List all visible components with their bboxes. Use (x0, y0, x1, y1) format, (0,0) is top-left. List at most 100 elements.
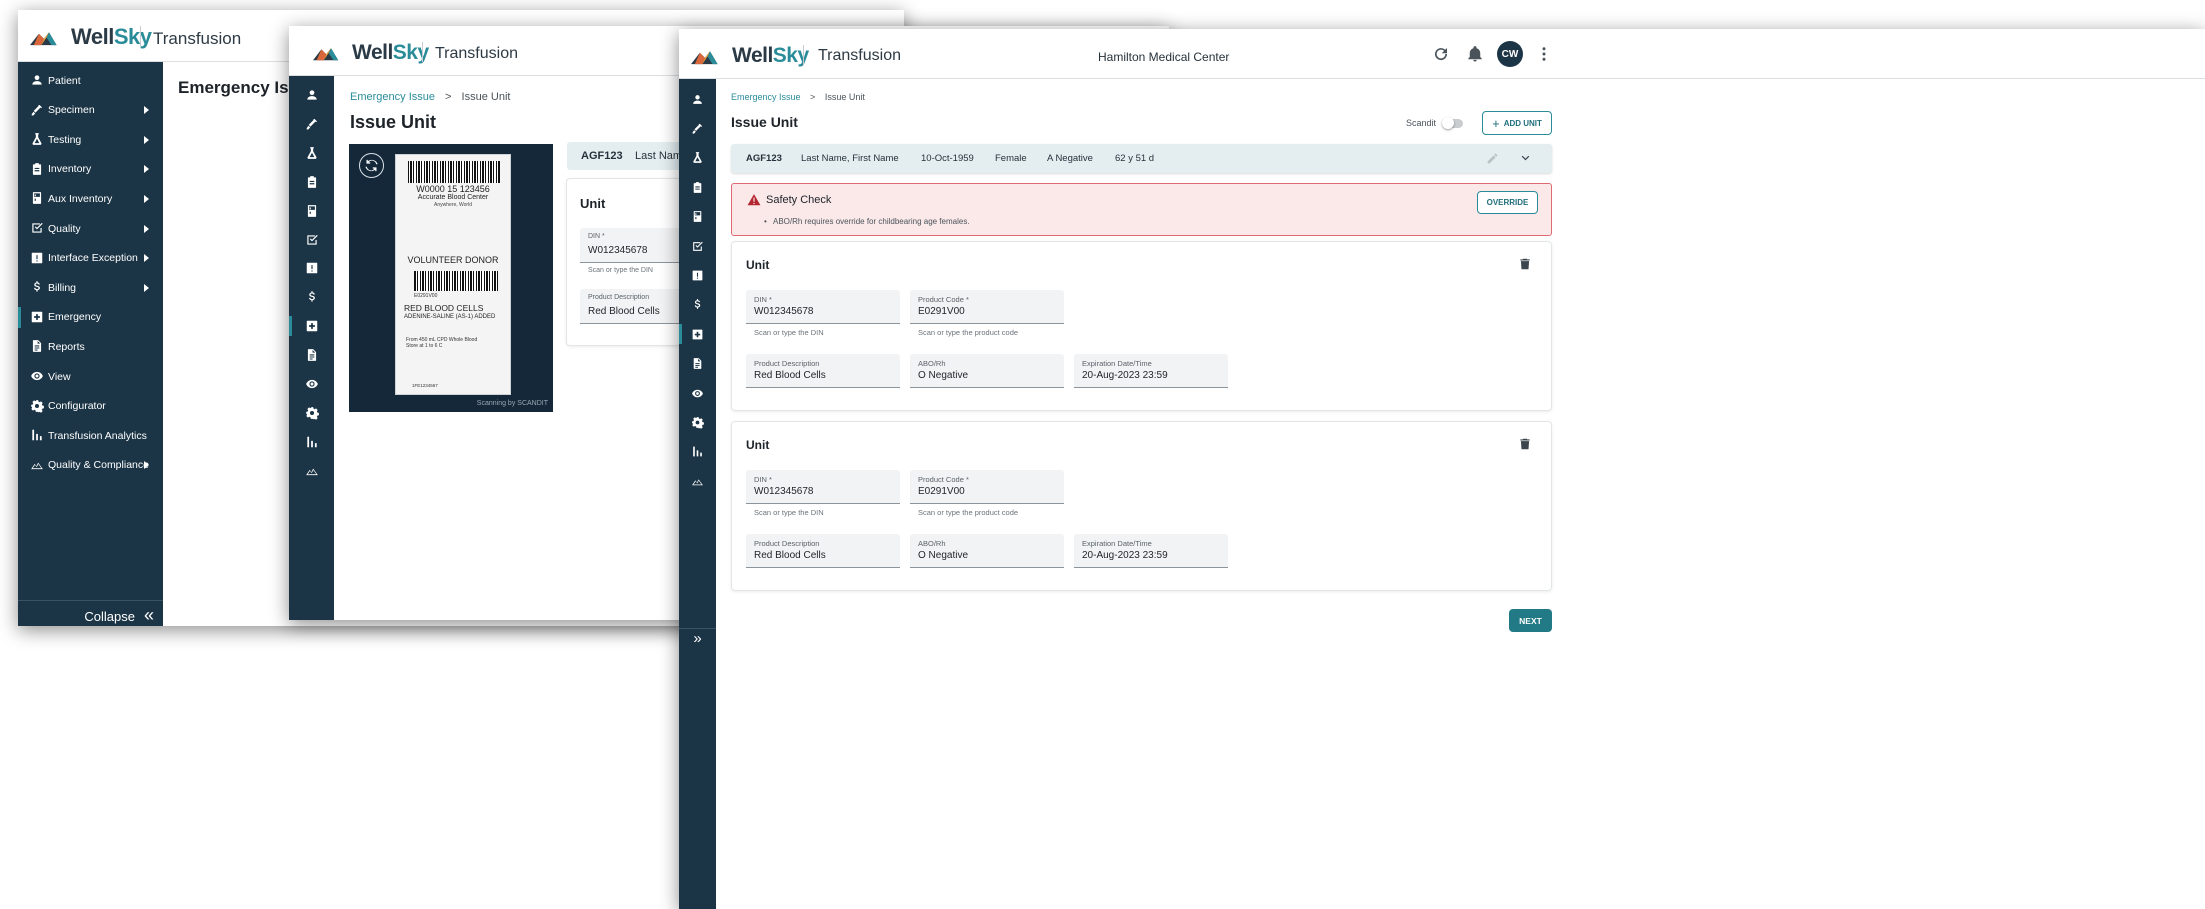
top-bar: WellSky Transfusion Hamilton Medical Cen… (679, 29, 2205, 79)
rail-item-patient[interactable] (300, 83, 324, 107)
more-menu-button[interactable] (1535, 45, 1553, 63)
expand-patient-button[interactable] (1518, 151, 1533, 166)
patient-name: Last Name, First Name (801, 153, 899, 164)
rail-item-emergency[interactable] (686, 322, 710, 346)
gear-icon (30, 399, 44, 413)
syringe-icon (691, 122, 704, 135)
person-icon (30, 73, 44, 87)
medical-plus-icon (691, 328, 704, 341)
rail-item-aux-inventory[interactable] (686, 205, 710, 229)
window-front: WellSky Transfusion Hamilton Medical Cen… (679, 29, 2205, 909)
override-button[interactable]: OVERRIDE (1477, 191, 1538, 214)
gear-icon (305, 406, 319, 420)
camera-switch-button[interactable] (359, 153, 384, 178)
sidebar-item-specimen[interactable]: Specimen (18, 96, 163, 125)
rail-item-patient[interactable] (686, 87, 710, 111)
clipboard-icon (691, 181, 704, 194)
rail-item-quality[interactable] (686, 234, 710, 258)
barcode (408, 161, 500, 183)
din-hint: Scan or type the DIN (754, 508, 824, 517)
rotate-icon (364, 158, 379, 173)
rail-item-interface-exception[interactable] (300, 256, 324, 280)
avatar[interactable]: CW (1497, 41, 1523, 67)
rail-item-transfusion-analytics[interactable] (300, 430, 324, 454)
person-icon (691, 93, 704, 106)
rail-item-aux-inventory[interactable] (300, 199, 324, 223)
delete-unit-button[interactable] (1518, 257, 1532, 271)
sidebar-item-billing[interactable]: Billing (18, 273, 163, 302)
rail-item-interface-exception[interactable] (686, 263, 710, 287)
next-button[interactable]: NEXT (1509, 609, 1552, 632)
scanner-view: W0000 15 123456 Accurate Blood Center An… (349, 144, 553, 412)
abo-rh-field[interactable]: ABO/Rh O Negative (910, 534, 1064, 568)
notifications-button[interactable] (1466, 45, 1484, 63)
product-description-field[interactable]: Product Description Red Blood Cells (746, 354, 900, 388)
document-icon (30, 339, 44, 353)
abo-rh-field[interactable]: ABO/Rh O Negative (910, 354, 1064, 388)
expiration-field[interactable]: Expiration Date/Time 20-Aug-2023 23:59 (1074, 354, 1228, 388)
expand-button[interactable]: » (679, 628, 716, 650)
flask-icon (30, 132, 44, 146)
refresh-button[interactable] (1432, 45, 1450, 63)
rail-item-specimen[interactable] (300, 112, 324, 136)
din-hint: Scan or type the DIN (754, 328, 824, 337)
sidebar-item-patient[interactable]: Patient (18, 66, 163, 95)
sidebar-item-configurator[interactable]: Configurator (18, 392, 163, 421)
product-code-field[interactable]: Product Code * E0291V00 (910, 470, 1064, 504)
rail-item-emergency[interactable] (300, 314, 324, 338)
rail-item-view[interactable] (686, 381, 710, 405)
patient-dob: 10-Oct-1959 (921, 153, 974, 164)
product-code-field[interactable]: Product Code * E0291V00 (910, 290, 1064, 324)
sidebar-item-transfusion-analytics[interactable]: Transfusion Analytics (18, 421, 163, 450)
eye-icon (691, 387, 704, 400)
rail-item-specimen[interactable] (686, 116, 710, 140)
chevron-right-icon (144, 461, 149, 470)
patient-sex: Female (995, 153, 1027, 164)
expiration-field[interactable]: Expiration Date/Time 20-Aug-2023 23:59 (1074, 534, 1228, 568)
add-unit-button[interactable]: + ADD UNIT (1482, 111, 1552, 135)
sidebar-item-quality[interactable]: Quality (18, 214, 163, 243)
scandit-label: Scandit (1406, 118, 1437, 128)
sidebar-item-interface-exception[interactable]: Interface Exception (18, 244, 163, 273)
rail-item-billing[interactable] (300, 285, 324, 309)
rail-item-testing[interactable] (300, 141, 324, 165)
breadcrumb-link-emergency-issue[interactable]: Emergency Issue (731, 92, 801, 102)
chevron-right-icon (144, 135, 149, 144)
chevron-right-icon (144, 165, 149, 174)
rail-item-inventory[interactable] (300, 170, 324, 194)
rail-item-billing[interactable] (686, 293, 710, 317)
sidebar-item-aux-inventory[interactable]: Aux Inventory (18, 184, 163, 213)
din-field[interactable]: DIN * W012345678 (746, 470, 900, 504)
rail-item-reports[interactable] (686, 352, 710, 376)
rail-item-transfusion-analytics[interactable] (686, 440, 710, 464)
rail-item-quality[interactable] (300, 228, 324, 252)
sidebar-item-quality-compliance[interactable]: Quality & Compliance (18, 451, 163, 480)
din-field[interactable]: DIN * W012345678 (746, 290, 900, 324)
syringe-icon (30, 103, 44, 117)
rail-item-view[interactable] (300, 372, 324, 396)
rail-item-inventory[interactable] (686, 175, 710, 199)
rail-item-testing[interactable] (686, 146, 710, 170)
rail-item-reports[interactable] (300, 343, 324, 367)
edit-patient-button[interactable] (1486, 152, 1499, 165)
product-description-field[interactable]: Product Description Red Blood Cells (746, 534, 900, 568)
sidebar-item-reports[interactable]: Reports (18, 332, 163, 361)
rail-item-quality-compliance[interactable] (686, 469, 710, 493)
rail-item-quality-compliance[interactable] (300, 459, 324, 483)
fridge-icon (691, 210, 704, 223)
trash-icon (1518, 257, 1532, 271)
icon-rail: » (679, 79, 716, 909)
sidebar-item-testing[interactable]: Testing (18, 125, 163, 154)
rail-item-configurator[interactable] (686, 410, 710, 434)
chevron-right-icon (144, 283, 149, 292)
sidebar-item-emergency[interactable]: Emergency (18, 303, 163, 332)
syringe-icon (305, 117, 319, 131)
delete-unit-button[interactable] (1518, 437, 1532, 451)
sidebar-item-inventory[interactable]: Inventory (18, 155, 163, 184)
rail-item-configurator[interactable] (300, 401, 324, 425)
sidebar-item-view[interactable]: View (18, 362, 163, 391)
flask-icon (305, 146, 319, 160)
collapse-button[interactable]: Collapse « (18, 600, 163, 626)
breadcrumb-link-emergency-issue[interactable]: Emergency Issue (350, 91, 435, 103)
scandit-toggle[interactable] (1442, 117, 1463, 129)
